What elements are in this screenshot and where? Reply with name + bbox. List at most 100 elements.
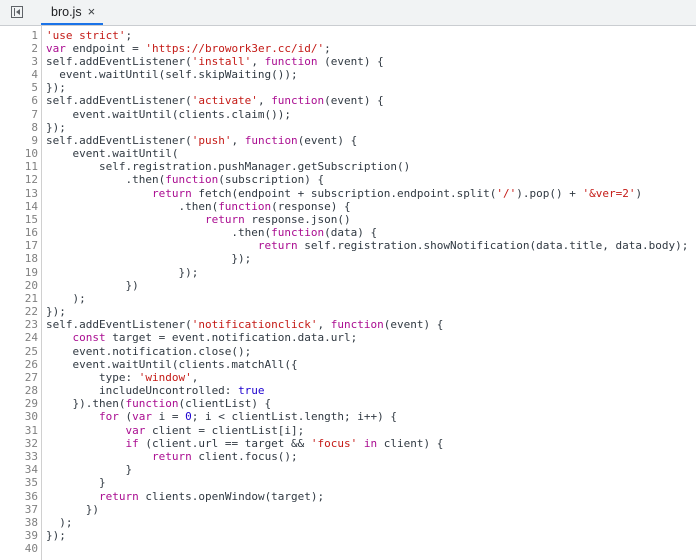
code-token: client.focus(); (191, 450, 298, 463)
line-number[interactable]: 11 (0, 160, 46, 173)
line-number[interactable]: 17 (0, 239, 46, 252)
line-number[interactable]: 5 (0, 81, 46, 94)
code-token: ; i < clientList.length; i++) { (191, 410, 398, 424)
code-line: 23 self.addEventListener('notificationcli… (0, 318, 696, 331)
line-number[interactable]: 21 (0, 292, 46, 305)
toggle-navigator-icon[interactable] (11, 6, 23, 18)
keyword-token: function (218, 199, 272, 213)
line-number[interactable]: 28 (0, 384, 46, 397)
line-number[interactable]: 1 (0, 29, 46, 42)
code-lines: 1'use strict'; 2 var endpoint = 'https://b… (0, 26, 696, 556)
line-number[interactable]: 13 (0, 187, 46, 200)
line-number[interactable]: 10 (0, 147, 46, 160)
code-line: 30 for (var i = 0; i < clientList.length… (0, 410, 696, 423)
line-number[interactable]: 39 (0, 529, 46, 542)
keyword-token: function (264, 54, 318, 68)
line-number[interactable]: 6 (0, 94, 46, 107)
line-number[interactable]: 19 (0, 266, 46, 279)
code-token: } (46, 463, 133, 477)
line-number[interactable]: 29 (0, 397, 46, 410)
code-token: }).then( (46, 397, 126, 411)
string-token: 'window' (138, 370, 192, 384)
line-code: return response.json() (46, 213, 351, 226)
line-code: .then(function(data) { (46, 226, 377, 239)
line-code: return client.focus(); (46, 450, 298, 463)
code-token: (client.url == target && (138, 436, 311, 450)
line-number[interactable]: 12 (0, 173, 46, 186)
code-token: }); (46, 529, 66, 543)
code-token: (response) { (271, 199, 351, 213)
close-tab-icon[interactable]: × (88, 4, 96, 19)
number-token: true (238, 384, 265, 398)
line-number[interactable]: 3 (0, 55, 46, 68)
line-number[interactable]: 9 (0, 134, 46, 147)
code-token: client) { (377, 436, 444, 450)
gutter-divider (41, 26, 42, 560)
line-number[interactable]: 20 (0, 279, 46, 292)
line-number[interactable]: 30 (0, 410, 46, 423)
line-number[interactable]: 31 (0, 424, 46, 437)
line-number[interactable]: 2 (0, 42, 46, 55)
line-code: if (client.url == target && 'focus' in c… (46, 437, 443, 450)
code-token: fetch(endpoint + subscription.endpoint.s… (191, 186, 497, 200)
line-number[interactable]: 8 (0, 121, 46, 134)
code-token: self.addEventListener( (46, 94, 192, 108)
code-token: event.notification.close(); (46, 344, 252, 358)
line-code: ); (46, 292, 85, 305)
line-number[interactable]: 22 (0, 305, 46, 318)
code-token: event.waitUntil(clients.matchAll({ (46, 357, 298, 371)
code-line: 29 }).then(function(clientList) { (0, 397, 696, 410)
line-number[interactable]: 33 (0, 450, 46, 463)
line-number[interactable]: 23 (0, 318, 46, 331)
line-number[interactable]: 40 (0, 542, 46, 555)
line-number[interactable]: 14 (0, 200, 46, 213)
line-number[interactable]: 37 (0, 503, 46, 516)
line-number[interactable]: 38 (0, 516, 46, 529)
keyword-token: function (330, 318, 384, 332)
code-editor[interactable]: 1'use strict'; 2 var endpoint = 'https://b… (0, 26, 696, 560)
code-line: 31 var client = clientList[i]; (0, 424, 696, 437)
line-code: for (var i = 0; i < clientList.length; i… (46, 410, 397, 423)
line-code: 'use strict'; (46, 29, 132, 42)
code-line: 39}); (0, 529, 696, 542)
line-code: event.waitUntil(clients.matchAll({ (46, 357, 298, 371)
line-number[interactable]: 4 (0, 68, 46, 81)
line-number[interactable]: 35 (0, 476, 46, 489)
code-token: client = clientList[i]; (145, 423, 305, 437)
code-token: .then( (46, 199, 219, 213)
keyword-token: function (125, 397, 179, 411)
tab-bro-js[interactable]: bro.js × (41, 0, 104, 25)
code-line: 40 (0, 542, 696, 555)
keyword-token: for (98, 410, 119, 424)
keyword-token: function (271, 226, 325, 240)
line-number[interactable]: 15 (0, 213, 46, 226)
line-number[interactable]: 26 (0, 358, 46, 371)
code-token: (event) { (317, 54, 384, 68)
line-number[interactable]: 27 (0, 371, 46, 384)
code-line: 37 }) (0, 503, 696, 516)
line-number[interactable]: 16 (0, 226, 46, 239)
code-line: 7 event.waitUntil(clients.claim()); (0, 108, 696, 121)
line-number[interactable]: 18 (0, 252, 46, 265)
line-number[interactable]: 7 (0, 108, 46, 121)
code-token: , (231, 133, 245, 147)
keyword-token: var (46, 41, 66, 55)
code-line: 4 event.waitUntil(self.skipWaiting()); (0, 68, 696, 81)
line-number[interactable]: 25 (0, 345, 46, 358)
code-token: self.registration.showNotification(data.… (297, 239, 689, 253)
line-number[interactable]: 36 (0, 490, 46, 503)
line-number[interactable]: 32 (0, 437, 46, 450)
line-number[interactable]: 34 (0, 463, 46, 476)
line-number[interactable]: 24 (0, 331, 46, 344)
code-token: event.waitUntil(clients.claim()); (46, 107, 292, 121)
code-token: .then( (46, 226, 272, 240)
line-code: var client = clientList[i]; (46, 424, 304, 437)
code-line: 6 self.addEventListener('activate', funct… (0, 94, 696, 107)
line-code: self.addEventListener('install', functio… (46, 55, 384, 68)
string-token: 'install' (191, 54, 252, 68)
